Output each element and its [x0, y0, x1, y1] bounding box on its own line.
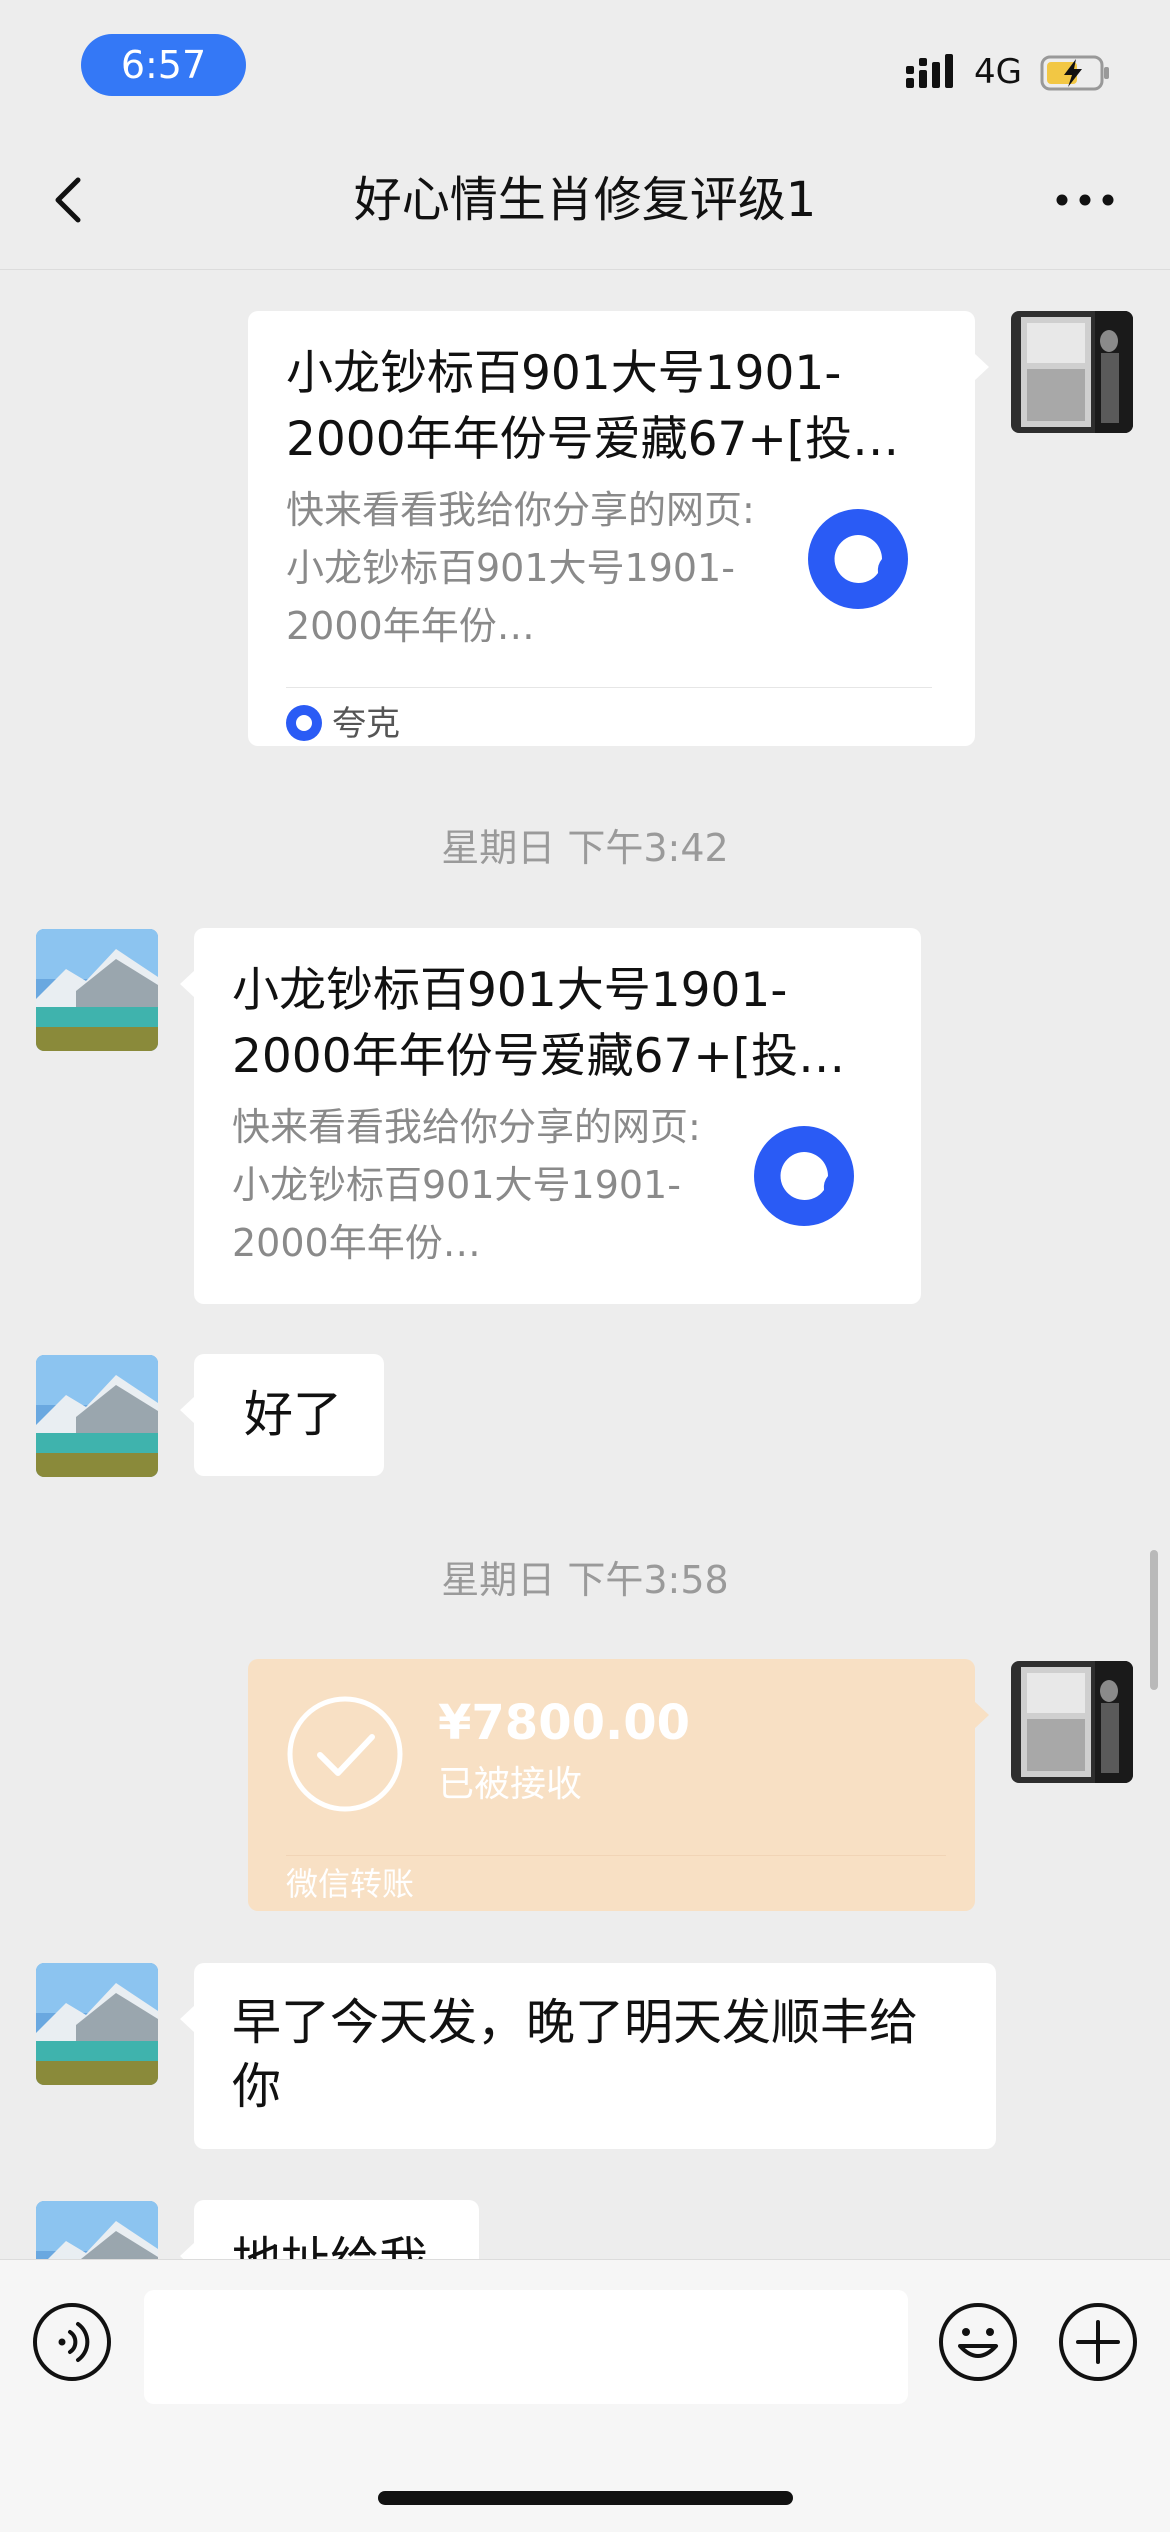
link-card[interactable]: 小龙钞标百901大号1901-2000年年份号爱藏67+[投… 快来看看我给你分… [248, 311, 989, 746]
link-card-title: 小龙钞标百901大号1901-2000年年份号爱藏67+[投… [232, 963, 846, 1084]
link-card-desc: 快来看看我给你分享的网页:小龙钞标百901大号1901-2000年年份… [232, 1105, 701, 1265]
contact-avatar[interactable] [36, 1355, 158, 1477]
my-avatar[interactable] [1011, 1661, 1133, 1783]
link-source-label: 夸克 [332, 704, 400, 744]
scrollbar[interactable] [1150, 1550, 1158, 1690]
home-indicator[interactable] [378, 2491, 793, 2505]
status-bar: 6:57 4G [0, 0, 1170, 130]
network-type: 4G [974, 52, 1022, 92]
emoji-icon[interactable] [938, 2302, 1018, 2382]
text-message[interactable]: 好了 [180, 1354, 384, 1476]
link-card-source: 夸克 [286, 687, 932, 745]
more-dots-icon[interactable] [1050, 170, 1120, 230]
check-circle-icon [287, 1696, 403, 1812]
message-text: 好了 [244, 1386, 343, 1443]
transfer-card[interactable]: ¥7800.00 已被接收 微信转账 [248, 1659, 989, 1911]
link-card-title: 小龙钞标百901大号1901-2000年年份号爱藏67+[投… [286, 346, 900, 467]
link-card-desc: 快来看看我给你分享的网页:小龙钞标百901大号1901-2000年年份… [286, 488, 755, 648]
message-text: 地址给我 [232, 2229, 428, 2259]
nav-bar: 好心情生肖修复评级1 [0, 130, 1170, 270]
chat-screen: 6:57 4G 好心情生肖修复评级1 小龙钞标百901大号1901-2000年年… [0, 0, 1170, 2532]
quark-small-icon [286, 705, 322, 741]
plus-circle-icon[interactable] [1058, 2302, 1138, 2382]
chat-title: 好心情生肖修复评级1 [353, 172, 817, 228]
text-message[interactable]: 地址给我 [180, 2200, 479, 2259]
contact-avatar[interactable] [36, 2201, 158, 2259]
contact-avatar[interactable] [36, 1963, 158, 2085]
chevron-left-icon[interactable] [40, 170, 100, 230]
time-divider: 星期日 下午3:58 [441, 1558, 729, 1602]
quark-icon [808, 509, 908, 609]
quark-icon [754, 1126, 854, 1226]
text-message[interactable]: 早了今天发，晚了明天发顺丰给你 [180, 1963, 996, 2149]
transfer-amount: ¥7800.00 [438, 1695, 691, 1751]
transfer-footer: 微信转账 [286, 1855, 946, 1911]
message-input[interactable] [144, 2290, 908, 2404]
contact-avatar[interactable] [36, 929, 158, 1051]
time-divider: 星期日 下午3:42 [441, 826, 729, 870]
transfer-status: 已被接收 [438, 1764, 583, 1805]
signal-bars-icon [906, 54, 953, 88]
message-list[interactable]: 小龙钞标百901大号1901-2000年年份号爱藏67+[投… 快来看看我给你分… [0, 271, 1170, 2259]
status-time[interactable]: 6:57 [81, 34, 246, 96]
message-text: 早了今天发，晚了明天发顺丰给你 [232, 1994, 919, 2115]
my-avatar[interactable] [1011, 311, 1133, 433]
link-card[interactable]: 小龙钞标百901大号1901-2000年年份号爱藏67+[投… 快来看看我给你分… [180, 928, 921, 1304]
voice-icon[interactable] [32, 2302, 112, 2382]
battery-charging-icon [1040, 55, 1109, 91]
